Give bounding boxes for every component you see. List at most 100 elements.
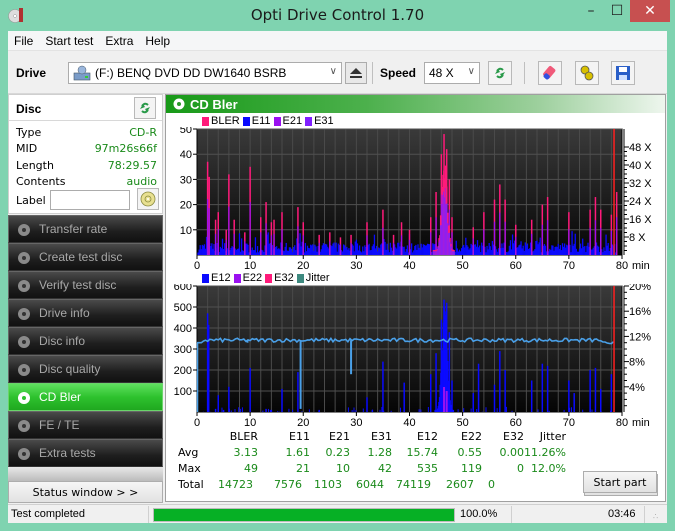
legend-swatch-jitter [296,273,304,283]
stats-cell-avg-bler: 3.13 [233,446,259,459]
x-tick-label: 40 [403,417,415,428]
legend-label-e31: E31 [314,115,334,127]
y2-tick-label: 12% [629,331,651,343]
minimize-button[interactable]: – [578,0,604,22]
nav-item-fe-te[interactable]: FE / TE [8,411,163,439]
x-tick-label: 60 [510,260,522,271]
stats-cell-avg-e12: 15.74 [406,446,439,459]
menu-help[interactable]: Help [139,34,176,48]
stats-row-label-max: Max [178,462,201,475]
disc-test-icon [18,364,30,376]
drive-select[interactable]: (F:) BENQ DVD DD DW1640 BSRB ∨ [68,62,342,84]
lower-legend: E12 E22 E32 Jitter [199,272,330,284]
legend-label-e12: E12 [211,272,231,284]
stats-cell-avg-e31: 1.28 [367,446,393,459]
save-icon [616,66,630,80]
disc-length-label: Length [16,159,54,172]
stats-cell-max-e12: 535 [417,462,438,475]
nav-item-create-test-disc[interactable]: Create test disc [8,243,163,271]
legend-swatch-e12 [202,273,209,283]
stats-row-label-avg: Avg [178,446,199,459]
y2-tick-label: 16 X [629,214,652,226]
drive-label: Drive [16,66,47,80]
legend-label-e22: E22 [242,272,263,284]
settings-icon [580,65,594,81]
y-tick-label: 100 [174,386,192,398]
disc-header: Disc [9,95,162,121]
elapsed-time: 03:46 [608,508,636,520]
legend-swatch-e32 [265,273,273,283]
x-tick-label: 40 [403,260,415,271]
nav-item-cd-bler[interactable]: CD Bler [8,383,163,411]
x-axis-label: min [632,417,650,428]
x-tick-label: 80 [616,417,628,428]
status-bar: Test completed 100.0% 03:46 ∴ [8,504,667,523]
disc-mid-row: MID 97m26s66f [16,142,157,158]
drive-icon [73,65,91,81]
x-tick-label: 80 [616,260,628,271]
nav-item-label: Disc info [39,334,86,348]
disc-label-button[interactable] [137,188,159,210]
disc-test-icon [18,224,30,236]
disc-icon [140,191,156,207]
start-part-button[interactable]: Start part [583,471,657,493]
stats-cell-total-e12: 74119 [396,478,431,491]
speed-select[interactable]: 48 X ∨ [424,62,480,84]
menu-start-test[interactable]: Start test [39,34,99,48]
y-tick-label: 500 [174,302,192,314]
x-tick-label: 0 [194,260,200,271]
y2-tick-label: 48 X [629,142,652,154]
disc-length-row: Length 78:29.57 [16,159,157,175]
nav-item-label: CD Bler [39,390,82,404]
y2-tick-label: 40 X [629,160,652,172]
save-button[interactable] [611,61,635,85]
menu-file[interactable]: File [8,34,39,48]
toolbar: Drive (F:) BENQ DVD DD DW1640 BSRB ∨ Spe… [8,52,667,94]
x-tick-label: 30 [350,417,362,428]
close-button[interactable]: ✕ [630,0,670,22]
y-tick-label: 400 [174,323,192,335]
stats-cell-max-bler: 49 [244,462,258,475]
settings-button[interactable] [575,61,599,85]
status-window-button[interactable]: Status window > > [8,481,163,503]
title-bar: Opti Drive Control 1.70 – ☐ ✕ [0,0,675,31]
disc-length-value: 78:29.57 [107,159,157,172]
disc-test-icon [18,308,30,320]
y-tick-label: 600 [174,284,192,293]
nav-item-label: Extra tests [39,446,96,460]
x-tick-label: 0 [194,417,200,428]
maximize-button[interactable]: ☐ [604,0,630,22]
upper-legend: BLER E11 E21 E31 [199,115,334,127]
stats-cell-total-bler: 14723 [218,478,253,491]
disc-refresh-button[interactable] [134,97,156,119]
chevron-down-icon: ∨ [467,66,475,77]
resize-grip-icon[interactable]: ∴ [653,512,663,522]
nav-item-disc-info[interactable]: Disc info [8,327,163,355]
disc-test-icon [18,336,30,348]
disc-label-input[interactable] [50,190,130,210]
legend-label-jitter: Jitter [305,272,330,284]
x-tick-label: 50 [457,260,469,271]
speed-select-value: 48 X [429,66,454,80]
nav-item-verify-test-disc[interactable]: Verify test disc [8,271,163,299]
y-tick-label: 20 [180,200,192,212]
refresh-icon [495,67,505,79]
x-tick-label: 70 [563,417,575,428]
disc-contents-label: Contents [16,175,66,188]
menu-extra[interactable]: Extra [99,34,139,48]
refresh-speed-button[interactable] [488,61,512,85]
stats-header-jitter: Jitter [539,430,566,443]
sidebar: Disc Type CD-R MID 97m26s66f Length 78:2… [8,94,163,523]
y2-tick-label: 20% [629,284,651,293]
nav-item-drive-info[interactable]: Drive info [8,299,163,327]
nav-item-disc-quality[interactable]: Disc quality [8,355,163,383]
nav-item-extra-tests[interactable]: Extra tests [8,439,163,467]
erase-button[interactable] [538,61,562,85]
y2-tick-label: 32 X [629,178,652,190]
nav-item-transfer-rate[interactable]: Transfer rate [8,215,163,243]
x-tick-label: 20 [297,260,309,271]
progress-text: 100.0% [460,508,498,520]
x-tick-label: 30 [350,260,362,271]
eject-button[interactable] [345,62,367,84]
y-tick-label: 10 [180,225,192,237]
